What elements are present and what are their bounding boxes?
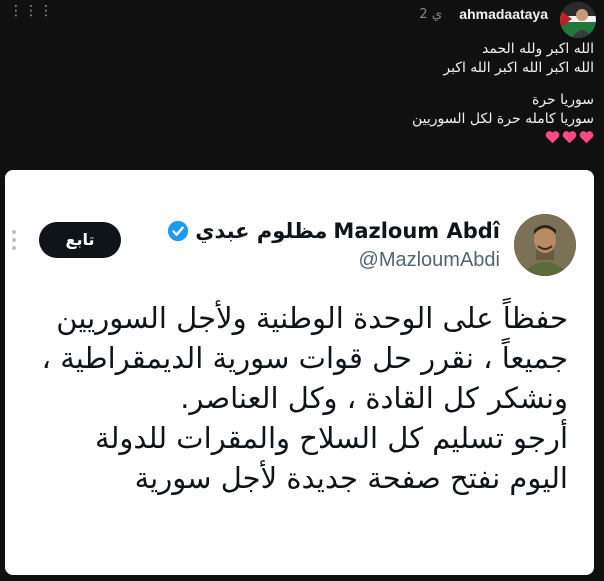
caption-line: سوريا كامله حرة لكل السوريين <box>412 111 594 127</box>
verified-badge-icon <box>168 220 189 242</box>
tweet-author-name-arabic: مظلوم عبدي <box>195 219 328 243</box>
tweet-line: جميعاً ، نقرر حل قوات سورية الديمقراطية … <box>41 341 568 375</box>
tweet-more-icon <box>12 230 16 254</box>
caption-line: الله اكبر الله اكبر الله اكبر <box>443 60 594 76</box>
heart-icon <box>562 131 577 144</box>
tweet-avatar-image <box>514 214 576 276</box>
timestamp: 2 ي <box>419 7 442 22</box>
tweet-author-avatar <box>514 214 576 276</box>
tweet-author-name: مظلوم عبدي Mazloum Abdî <box>167 219 500 243</box>
tweet-body: حفظاً على الوحدة الوطنية ولأجل السوريين … <box>41 298 568 498</box>
tweet-author-name-latin: Mazloum Abdî <box>333 219 500 243</box>
follow-button: تابع <box>39 222 121 258</box>
tweet-author-handle: @MazloumAbdi <box>358 249 500 271</box>
hearts <box>412 130 594 144</box>
heart-icon <box>545 131 560 144</box>
caption-line: سوريا حرة <box>531 92 594 108</box>
avatar-image <box>560 2 596 38</box>
tweet-line: أرجو تسليم كل السلاح والمقرات للدولة <box>95 421 568 455</box>
heart-icon <box>579 131 594 144</box>
post-caption: الله اكبر ولله الحمد الله اكبر الله اكبر… <box>412 40 594 144</box>
username[interactable]: ahmadaataya <box>459 6 548 22</box>
tweet-screenshot[interactable]: تابع مظلوم عبدي Mazloum Abdî @MazloumAbd… <box>5 170 594 575</box>
avatar[interactable] <box>560 2 596 38</box>
tweet-line: حفظاً على الوحدة الوطنية ولأجل السوريين <box>56 301 568 335</box>
more-dots-icon[interactable]: ⋮⋮⋮ <box>9 4 54 18</box>
post: ⋮⋮⋮ 2 ي ahmadaataya الله اكبر ولله الحمد… <box>0 0 604 581</box>
tweet-line: اليوم نفتح صفحة جديدة لأجل سورية <box>134 461 568 495</box>
caption-line: الله اكبر ولله الحمد <box>482 41 594 57</box>
tweet-line: ونشكر كل القادة ، وكل العناصر. <box>180 381 568 415</box>
